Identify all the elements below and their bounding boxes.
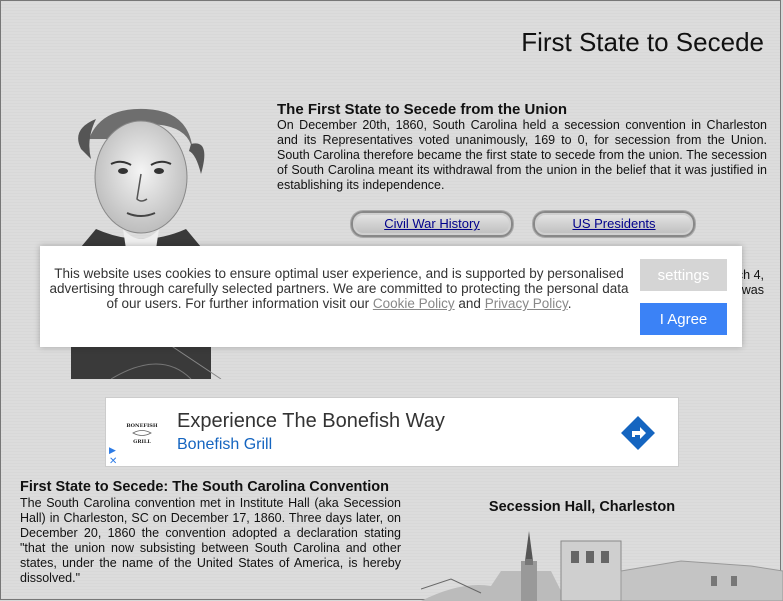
- ad-advertiser[interactable]: Bonefish Grill: [177, 436, 272, 454]
- cookie-text-end: .: [567, 296, 572, 311]
- civil-war-history-button[interactable]: Civil War History: [351, 211, 513, 237]
- secession-hall-caption: Secession Hall, Charleston: [488, 499, 676, 515]
- us-presidents-link[interactable]: US Presidents: [572, 216, 655, 231]
- convention-body: The South Carolina convention met in Ins…: [20, 496, 401, 585]
- ad-close-icon[interactable]: ✕: [109, 456, 117, 467]
- us-presidents-button[interactable]: US Presidents: [533, 211, 695, 237]
- civil-war-history-link[interactable]: Civil War History: [384, 216, 480, 231]
- cookie-consent-text: This website uses cookies to ensure opti…: [48, 266, 630, 311]
- cookie-settings-button[interactable]: settings: [640, 259, 727, 291]
- intro-body: On December 20th, 1860, South Carolina h…: [277, 118, 767, 192]
- ad-banner[interactable]: BONEFISH GRILL Experience The Bonefish W…: [105, 397, 679, 467]
- cookie-consent-dialog: This website uses cookies to ensure opti…: [40, 246, 742, 347]
- fish-logo-icon: BONEFISH GRILL: [126, 423, 158, 445]
- intro-heading: The First State to Secede from the Union: [277, 101, 568, 118]
- convention-heading: First State to Secede: The South Carolin…: [20, 479, 389, 495]
- adchoices-icon[interactable]: ▶: [109, 445, 116, 456]
- convention-section: First State to Secede: The South Carolin…: [20, 480, 401, 586]
- privacy-policy-link[interactable]: Privacy Policy: [485, 296, 568, 311]
- cookie-agree-button[interactable]: I Agree: [640, 303, 727, 335]
- svg-text:BONEFISH: BONEFISH: [126, 423, 158, 429]
- cookie-policy-link[interactable]: Cookie Policy: [373, 296, 455, 311]
- intro-section: The First State to Secede from the Union…: [277, 102, 767, 193]
- cookie-text-and: and: [454, 296, 485, 311]
- svg-text:GRILL: GRILL: [133, 439, 151, 445]
- ad-headline[interactable]: Experience The Bonefish Way: [177, 410, 445, 433]
- bonefish-logo: BONEFISH GRILL: [124, 420, 160, 446]
- directions-icon[interactable]: [620, 415, 656, 451]
- secession-hall-image: [421, 531, 783, 601]
- page-title: First State to Secede: [521, 27, 764, 57]
